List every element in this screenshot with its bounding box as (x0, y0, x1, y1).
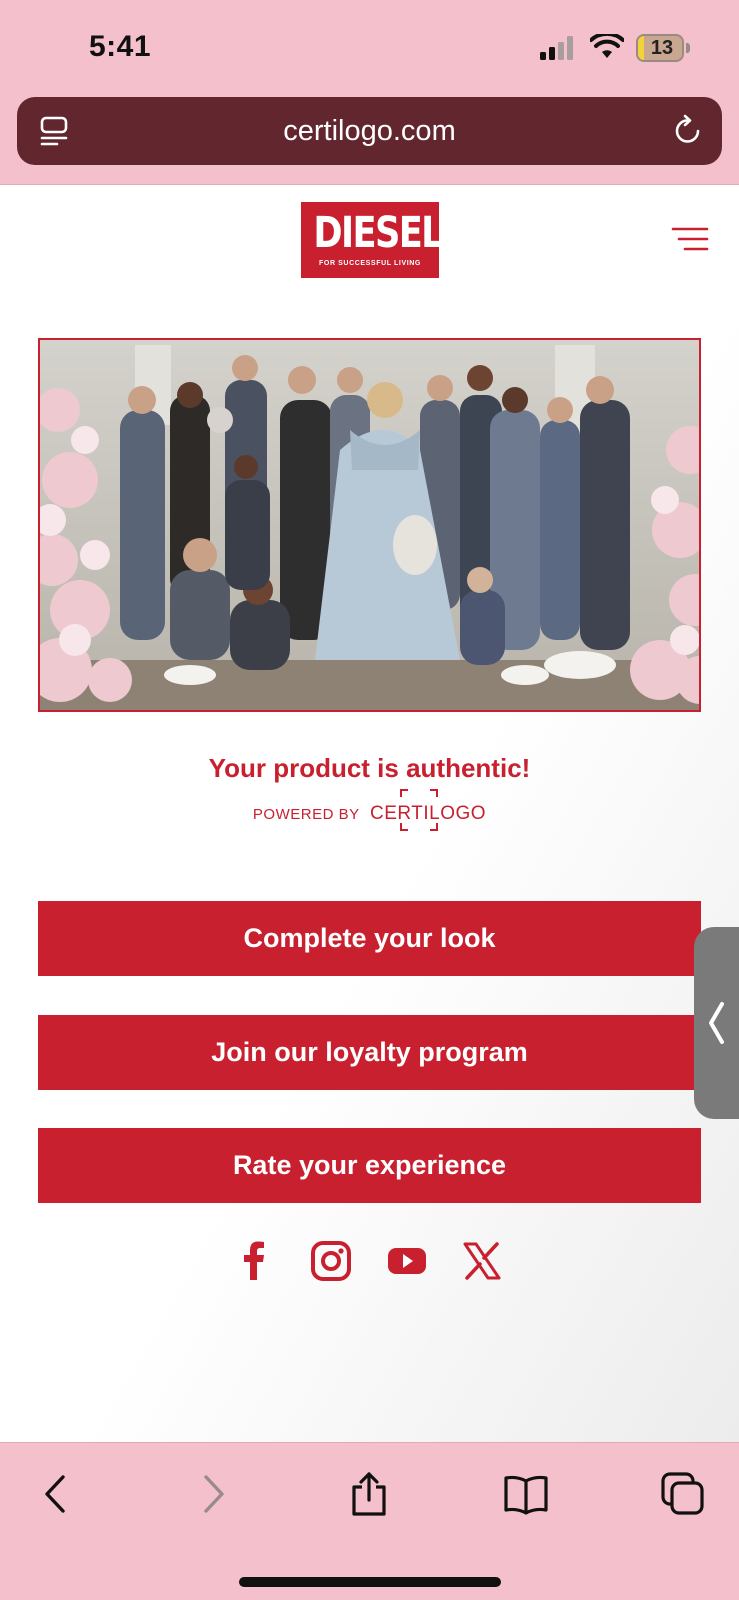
chevron-left-icon (709, 1002, 724, 1044)
tabs-icon[interactable] (660, 1471, 706, 1517)
instagram-icon[interactable] (310, 1240, 352, 1282)
powered-by-label: POWERED BY (252, 806, 360, 823)
rate-your-experience-button[interactable]: Rate your experience (38, 1128, 701, 1203)
reload-icon[interactable] (671, 114, 705, 148)
url-text[interactable]: certilogo.com (17, 97, 722, 165)
back-icon[interactable] (33, 1471, 79, 1517)
address-bar[interactable]: certilogo.com (17, 97, 722, 165)
certilogo-wordmark: CERTILOGO (370, 803, 487, 824)
campaign-photo (40, 340, 699, 710)
hamburger-menu-icon[interactable] (671, 226, 709, 254)
web-page: DIESEL FOR SUCCESSFUL LIVING Your produc… (0, 184, 739, 1442)
status-bar: 5:41 13 (0, 0, 739, 96)
share-icon[interactable] (346, 1471, 392, 1517)
authentic-message: Your product is authentic! (208, 753, 531, 783)
join-loyalty-program-button[interactable]: Join our loyalty program (38, 1015, 701, 1090)
bookmarks-icon[interactable] (503, 1471, 549, 1517)
clock-time: 5:41 (89, 30, 152, 63)
certilogo-brand: CERTILOGO (370, 789, 487, 831)
diesel-logo[interactable]: DIESEL FOR SUCCESSFUL LIVING (301, 202, 444, 278)
battery-icon: 13 (636, 34, 690, 62)
forward-icon[interactable] (190, 1471, 236, 1517)
hero-image (38, 338, 701, 712)
battery-level: 13 (650, 37, 674, 59)
wifi-icon (590, 34, 624, 58)
powered-by-certilogo: POWERED BY CERTILOGO (0, 789, 739, 831)
home-indicator (239, 1577, 501, 1587)
cellular-signal-icon (540, 36, 573, 60)
youtube-icon[interactable] (386, 1240, 428, 1282)
logo-tagline: FOR SUCCESSFUL LIVING (319, 260, 421, 267)
browser-toolbar (0, 1442, 739, 1600)
x-icon[interactable] (461, 1240, 503, 1282)
side-panel-tab[interactable] (694, 927, 739, 1119)
facebook-icon[interactable] (234, 1240, 276, 1282)
logo-wordmark: DIESEL (313, 208, 443, 258)
complete-your-look-button[interactable]: Complete your look (38, 901, 701, 976)
